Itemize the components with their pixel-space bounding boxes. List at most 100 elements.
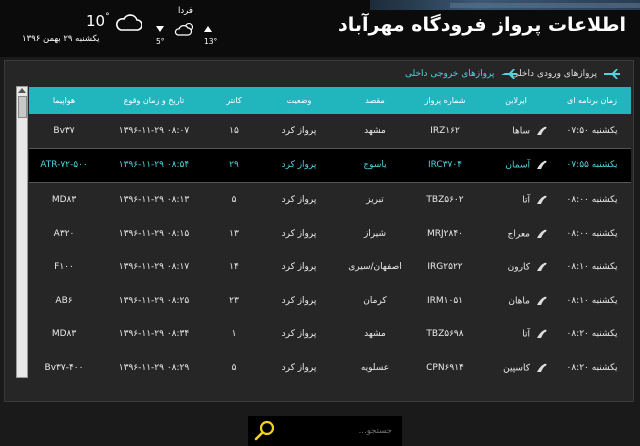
tab-domestic-departures[interactable]: پروازهای خروجی داخلی xyxy=(405,69,518,79)
table-row[interactable]: یکشنبه ۰۸:۲۰ کاسپین CPN۶۹۱۴ عسلویه پرواز کرد… xyxy=(29,351,631,385)
cell-status: پرواز کرد xyxy=(259,147,339,184)
table-row[interactable]: یکشنبه ۰۸:۰۰ معراج MRJ۲۸۴۰ شیراز پرواز کرد ۱۳… xyxy=(29,217,631,251)
cell-aircraft: ATR-۷۲-۵۰۰ xyxy=(29,147,99,184)
airline-logo-icon xyxy=(537,296,547,305)
cell-actual-time: ۰۸:۲۵ ۱۳۹۶-۱۱-۲۹ xyxy=(118,295,190,306)
cell-aircraft: AB۶ xyxy=(55,295,73,306)
cell-counter: ۲۳ xyxy=(229,295,239,306)
cell-counter: ۱۵ xyxy=(229,125,239,136)
cell-status: پرواز کرد xyxy=(281,362,317,373)
airline-logo-icon xyxy=(537,161,547,170)
table-row[interactable]: یکشنبه ۰۷:۵۵ آسمان IRC۳۷۰۴ یاسوج پرواز کرد ۲۹… xyxy=(29,147,631,184)
cell-flight-number: IRZ۱۶۲ xyxy=(430,125,460,136)
cell-destination: شیراز xyxy=(363,228,387,239)
cell-scheduled-time: یکشنبه ۰۸:۲۰ xyxy=(566,362,618,373)
cell-destination: مشهد xyxy=(364,329,386,340)
departure-plane-icon xyxy=(501,69,518,79)
column-header-airline[interactable]: ایرلاین xyxy=(479,87,553,114)
cell-counter: ۱۳ xyxy=(229,228,239,239)
low-temp-arrow-icon xyxy=(156,26,164,32)
cell-aircraft: Bv۳۷-۴۰۰ xyxy=(44,362,84,373)
cell-scheduled-time: یکشنبه ۰۷:۵۰ xyxy=(566,125,618,136)
airline-logo-icon xyxy=(537,363,547,372)
cell-actual-time: ۰۸:۳۴ ۱۳۹۶-۱۱-۲۹ xyxy=(118,329,190,340)
airline-name: آتا xyxy=(522,329,530,340)
header-banner-detail xyxy=(450,3,640,8)
column-header-counter[interactable]: کانتر xyxy=(209,87,259,114)
search-input[interactable] xyxy=(278,422,394,440)
cell-scheduled-time: یکشنبه ۰۸:۲۰ xyxy=(566,329,618,340)
cell-airline: آتا xyxy=(479,318,553,352)
tab-domestic-arrivals[interactable]: پروازهای ورودی داخلی xyxy=(511,69,621,79)
airline-name: معراج xyxy=(507,229,530,240)
flights-table: زمان برنامه ای ایرلاین شماره پرواز مقصد … xyxy=(29,87,631,385)
cell-destination: تبریز xyxy=(366,194,384,205)
cell-status: پرواز کرد xyxy=(281,228,317,239)
cell-aircraft: MD۸۳ xyxy=(51,194,77,205)
column-header-aircraft[interactable]: هواپیما xyxy=(29,87,99,114)
weather-widget: 10° یکشنبه ۲۹ بهمن ۱۳۹۶ فردا 5° 13° xyxy=(0,0,230,52)
low-temperature: 5° xyxy=(156,37,165,46)
cell-airline: کاسپین xyxy=(479,351,553,385)
column-header-scheduled-time[interactable]: زمان برنامه ای xyxy=(553,87,631,114)
cell-counter: ۱۴ xyxy=(229,262,239,273)
table-row[interactable]: یکشنبه ۰۸:۱۰ ماهان IRM۱۰۵۱ کرمان پرواز کرد ۲۳… xyxy=(29,284,631,318)
cell-destination: مشهد xyxy=(364,125,386,136)
column-header-status[interactable]: وضعیت xyxy=(259,87,339,114)
table-row[interactable]: یکشنبه ۰۸:۱۰ کارون IRG۲۵۲۲ اصفهان/سیری پرواز… xyxy=(29,250,631,284)
table-scrollbar[interactable] xyxy=(16,86,28,378)
flight-tabs: پروازهای ورودی داخلی پروازهای خروجی داخل… xyxy=(5,65,633,87)
cell-scheduled-time: یکشنبه ۰۷:۵۵ xyxy=(553,147,631,184)
cell-actual-time: ۰۸:۱۵ ۱۳۹۶-۱۱-۲۹ xyxy=(118,228,190,239)
cell-flight-number: TBZ۵۶۰۲ xyxy=(426,194,464,205)
airline-logo-icon xyxy=(537,330,547,339)
cell-scheduled-time: یکشنبه ۰۸:۱۰ xyxy=(566,295,618,306)
airline-name: آتا xyxy=(522,195,530,206)
table-row[interactable]: یکشنبه ۰۸:۰۰ آتا TBZ۵۶۰۲ تبریز پرواز کرد ۵ ۰۸:… xyxy=(29,183,631,217)
cell-flight-number: MRJ۲۸۴۰ xyxy=(426,228,463,239)
column-header-flight-number[interactable]: شماره پرواز xyxy=(411,87,479,114)
page-header: اطلاعات پرواز فرودگاه مهرآباد 10° یکشنبه… xyxy=(0,0,640,57)
airline-logo-icon xyxy=(537,126,547,135)
airline-logo-icon xyxy=(537,229,547,238)
cell-flight-number: TBZ۵۶۹۸ xyxy=(426,329,464,340)
tab-domestic-arrivals-label: پروازهای ورودی داخلی xyxy=(511,69,597,79)
high-temp-arrow-icon xyxy=(204,26,212,32)
cell-counter: ۵ xyxy=(231,362,237,373)
cell-scheduled-time: یکشنبه ۰۸:۰۰ xyxy=(566,228,618,239)
table-row[interactable]: یکشنبه ۰۷:۵۰ ساها IRZ۱۶۲ مشهد پرواز کرد ۱۵ ۰۸:… xyxy=(29,114,631,148)
arrival-plane-icon xyxy=(604,69,620,79)
cell-actual-time: ۰۸:۱۳ ۱۳۹۶-۱۱-۲۹ xyxy=(118,194,190,205)
cell-flight-number: IRG۲۵۲۲ xyxy=(427,262,463,273)
cell-airline: آسمان xyxy=(479,147,553,184)
table-header-row: زمان برنامه ای ایرلاین شماره پرواز مقصد … xyxy=(29,87,631,114)
cell-flight-number: CPN۶۹۱۴ xyxy=(426,362,464,373)
cell-counter: ۱ xyxy=(231,329,237,340)
cell-status: پرواز کرد xyxy=(281,262,317,273)
cell-status: پرواز کرد xyxy=(281,125,317,136)
cell-counter: ۲۹ xyxy=(209,147,259,184)
current-temperature: 10° xyxy=(86,12,110,30)
airline-logo-icon xyxy=(537,195,547,204)
cell-counter: ۵ xyxy=(231,194,237,205)
search-icon[interactable] xyxy=(254,420,276,442)
scroll-up-icon[interactable] xyxy=(18,88,26,93)
cell-destination: عسلویه xyxy=(360,362,390,373)
cell-aircraft: F۱۰۰ xyxy=(54,262,74,273)
column-header-destination[interactable]: مقصد xyxy=(339,87,411,114)
cell-destination: یاسوج xyxy=(339,147,411,184)
cell-flight-number: IRM۱۰۵۱ xyxy=(426,295,463,306)
page-title: اطلاعات پرواز فرودگاه مهرآباد xyxy=(338,14,626,36)
airline-name: کارون xyxy=(507,262,530,273)
cell-airline: ماهان xyxy=(479,284,553,318)
tomorrow-label: فردا xyxy=(178,6,193,16)
cell-airline: آتا xyxy=(479,183,553,217)
cell-status: پرواز کرد xyxy=(281,329,317,340)
table-row[interactable]: یکشنبه ۰۸:۲۰ آتا TBZ۵۶۹۸ مشهد پرواز کرد ۱ ۰۸:۳… xyxy=(29,318,631,352)
airline-name: آسمان xyxy=(505,160,530,171)
cell-scheduled-time: یکشنبه ۰۸:۱۰ xyxy=(566,262,618,273)
scrollbar-thumb[interactable] xyxy=(18,96,27,118)
column-header-actual-time[interactable]: تاریخ و زمان وقوع xyxy=(99,87,209,114)
airline-name: ساها xyxy=(512,126,530,137)
tab-domestic-departures-label: پروازهای خروجی داخلی xyxy=(405,69,495,79)
